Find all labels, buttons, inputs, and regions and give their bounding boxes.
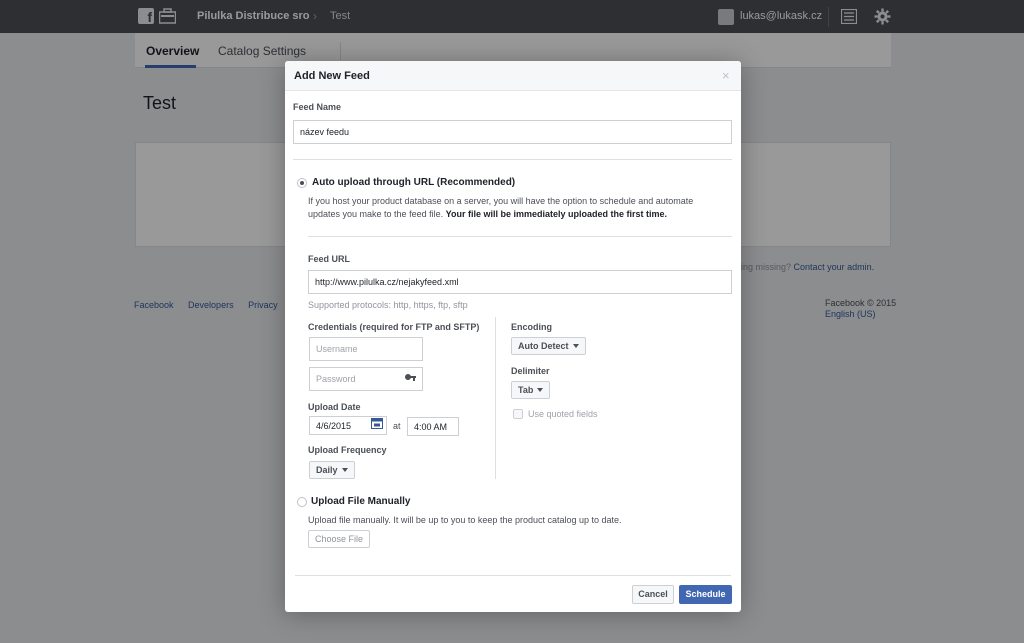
auto-upload-desc-bold: Your file will be immediately uploaded t… bbox=[445, 209, 667, 219]
close-icon[interactable]: × bbox=[722, 68, 730, 83]
dialog-footer-divider bbox=[295, 575, 731, 576]
auto-upload-radio[interactable] bbox=[297, 178, 307, 188]
encoding-value: Auto Detect bbox=[518, 341, 569, 351]
upload-frequency-dropdown[interactable]: Daily bbox=[309, 461, 355, 479]
upload-frequency-value: Daily bbox=[316, 465, 338, 475]
upload-time-input[interactable] bbox=[407, 417, 459, 436]
column-divider bbox=[495, 317, 496, 479]
feed-name-input[interactable] bbox=[293, 120, 732, 144]
auto-upload-desc-line2: updates you make to the feed file. bbox=[308, 209, 444, 219]
feed-url-input[interactable] bbox=[308, 270, 732, 294]
schedule-button[interactable]: Schedule bbox=[679, 585, 732, 604]
calendar-icon[interactable] bbox=[371, 418, 383, 429]
choose-file-button[interactable]: Choose File bbox=[308, 530, 371, 548]
credentials-label: Credentials (required for FTP and SFTP) bbox=[308, 322, 480, 332]
manual-upload-label[interactable]: Upload File Manually bbox=[311, 496, 410, 507]
feed-name-label: Feed Name bbox=[293, 102, 342, 112]
use-quoted-fields-checkbox[interactable] bbox=[513, 409, 523, 419]
cancel-button[interactable]: Cancel bbox=[632, 585, 674, 604]
divider bbox=[308, 236, 732, 237]
use-quoted-fields-label[interactable]: Use quoted fields bbox=[528, 409, 598, 419]
dialog-header: Add New Feed × bbox=[285, 61, 741, 91]
key-icon[interactable] bbox=[404, 372, 416, 384]
chevron-down-icon bbox=[537, 388, 544, 392]
at-label: at bbox=[393, 421, 401, 431]
divider bbox=[293, 159, 732, 160]
auto-upload-description: If you host your product database on a s… bbox=[308, 195, 733, 221]
dialog-title: Add New Feed bbox=[294, 70, 370, 82]
upload-date-label: Upload Date bbox=[308, 402, 361, 412]
feed-url-label: Feed URL bbox=[308, 254, 351, 264]
chevron-down-icon bbox=[572, 344, 579, 348]
delimiter-label: Delimiter bbox=[511, 366, 550, 376]
delimiter-value: Tab bbox=[518, 385, 534, 395]
delimiter-dropdown[interactable]: Tab bbox=[511, 381, 551, 399]
username-input[interactable] bbox=[309, 337, 423, 361]
encoding-label: Encoding bbox=[511, 322, 552, 332]
chevron-down-icon bbox=[341, 468, 348, 472]
encoding-dropdown[interactable]: Auto Detect bbox=[511, 337, 586, 355]
add-new-feed-dialog: Add New Feed × Feed Name Auto upload thr… bbox=[285, 61, 741, 612]
supported-protocols-hint: Supported protocols: http, https, ftp, s… bbox=[308, 300, 468, 310]
auto-upload-label[interactable]: Auto upload through URL (Recommended) bbox=[312, 177, 515, 188]
manual-upload-description: Upload file manually. It will be up to y… bbox=[308, 515, 622, 525]
auto-upload-desc-line1: If you host your product database on a s… bbox=[308, 196, 694, 206]
manual-upload-radio[interactable] bbox=[297, 497, 307, 507]
upload-frequency-label: Upload Frequency bbox=[308, 445, 387, 455]
